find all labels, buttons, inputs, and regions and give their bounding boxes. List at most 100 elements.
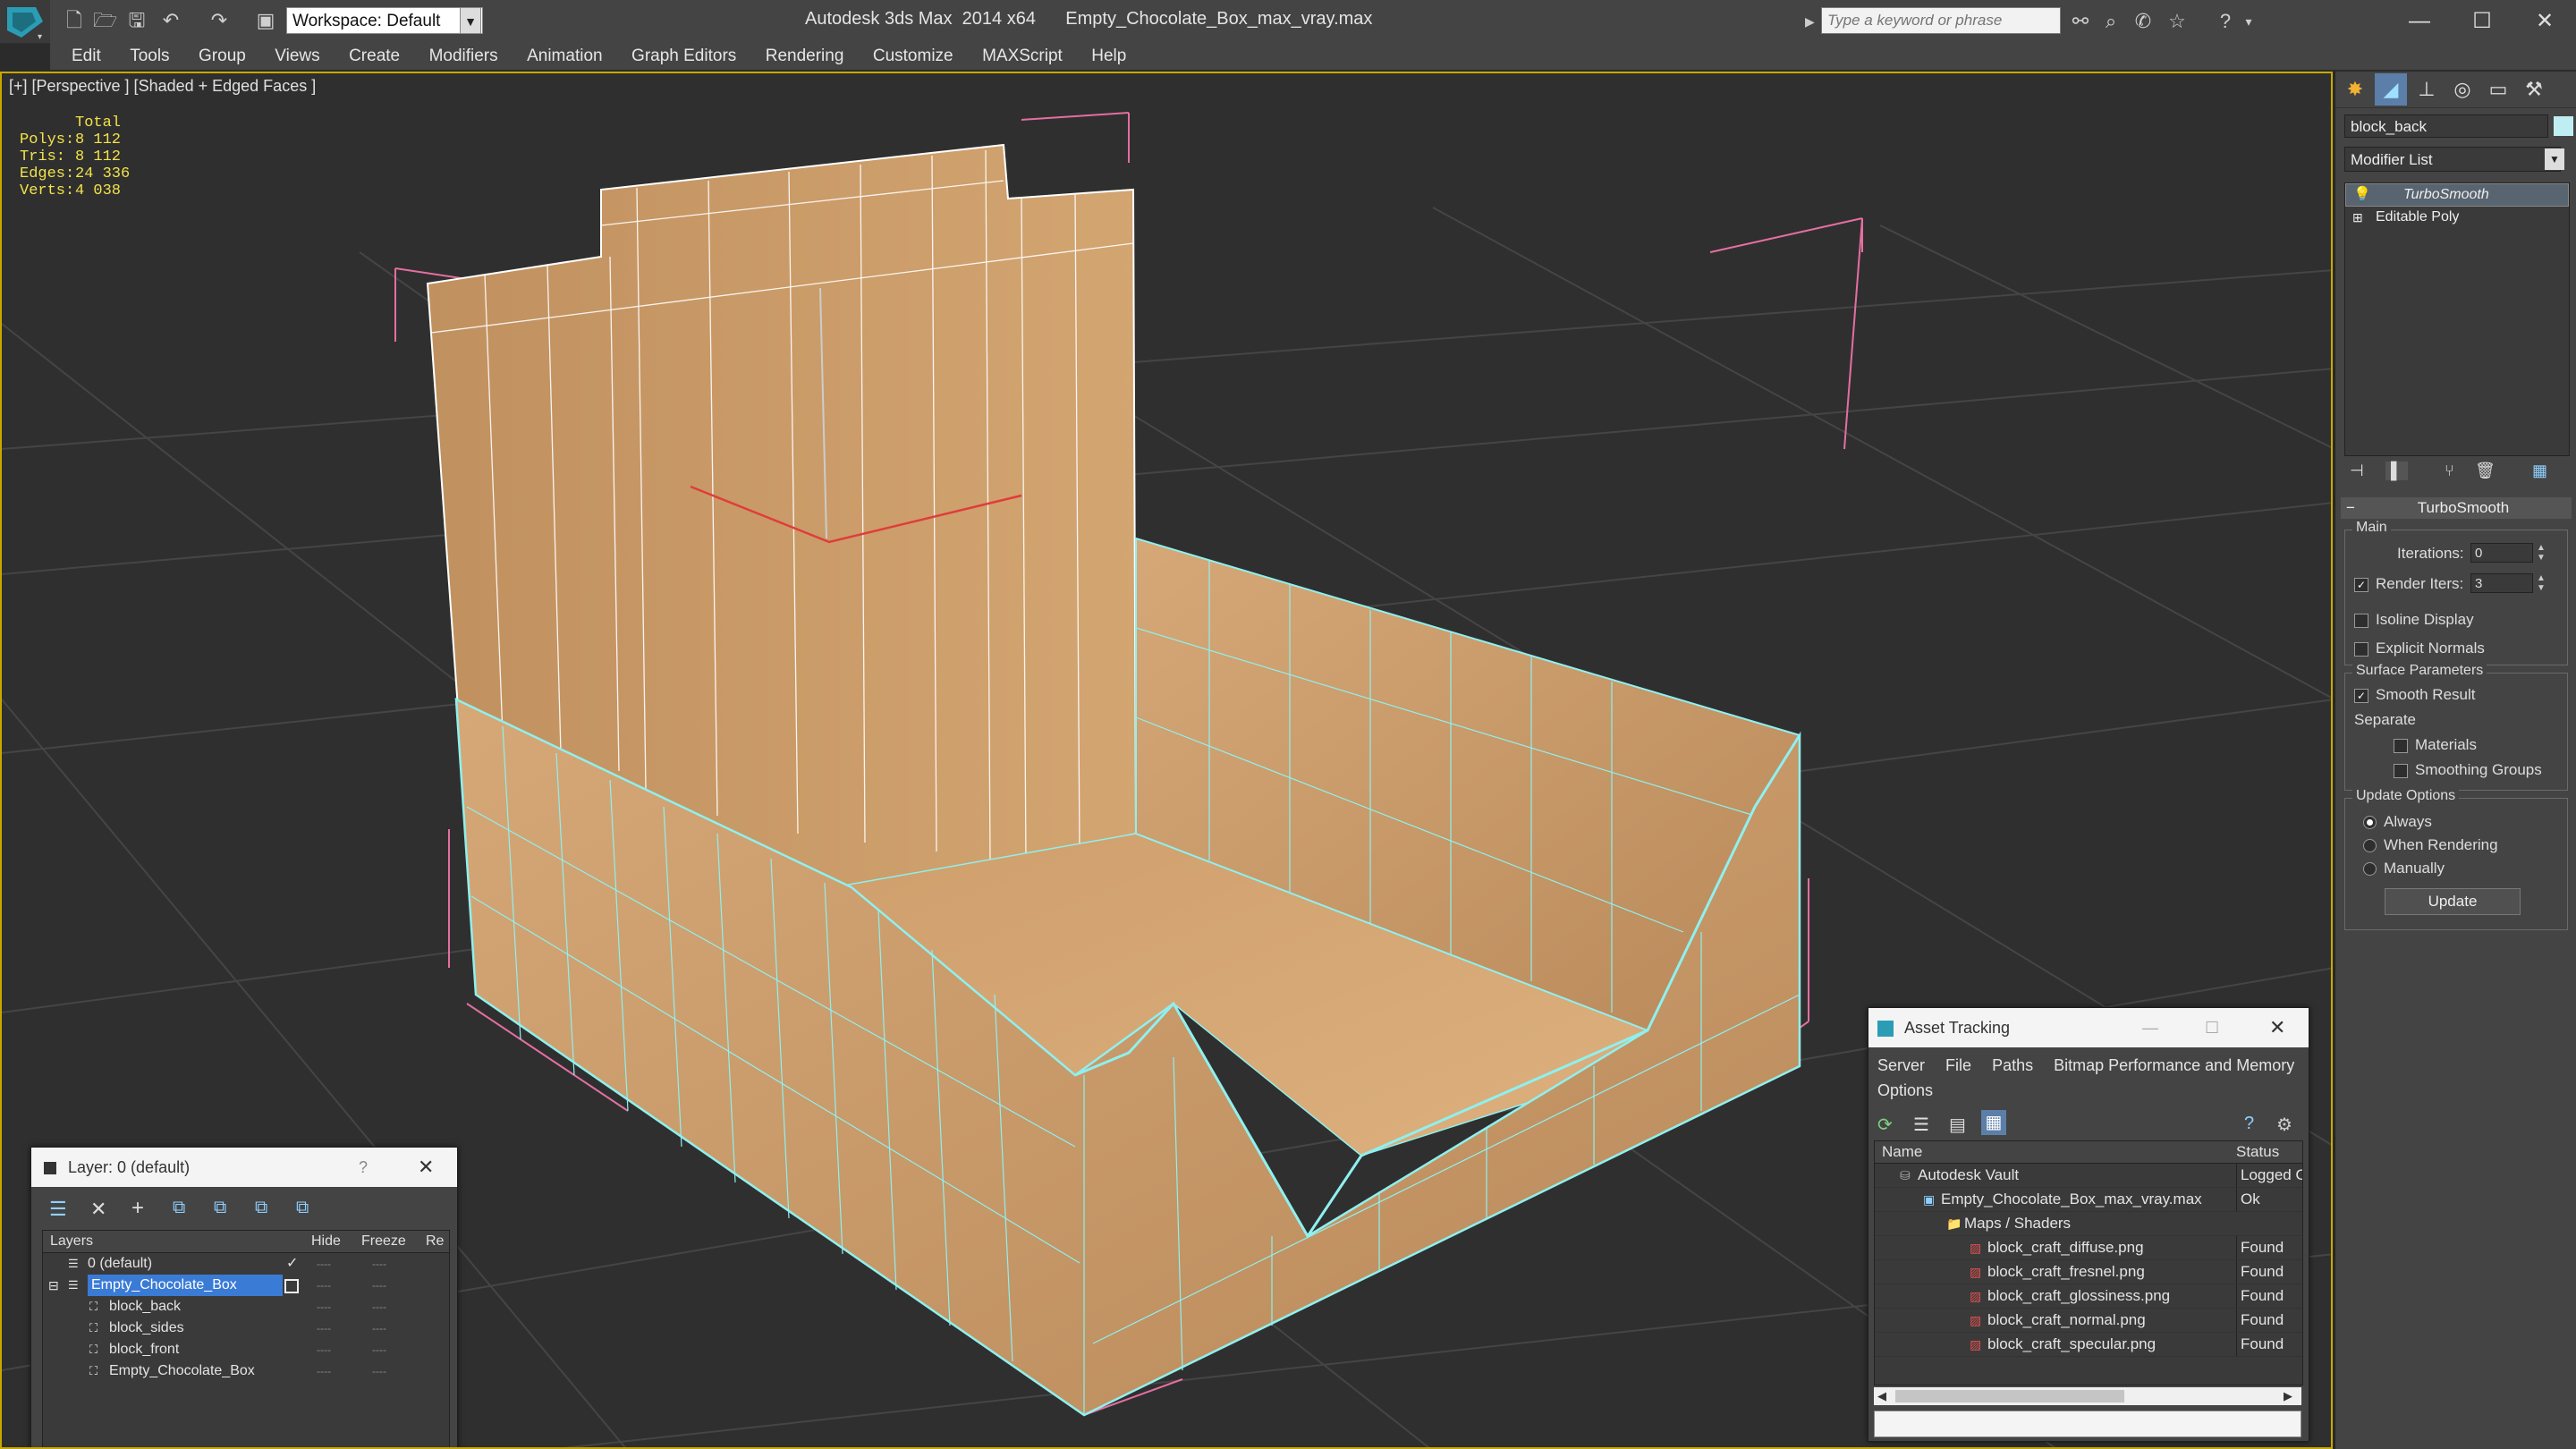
layer-hide-toggle[interactable]: ---- [317,1296,331,1318]
close-button[interactable]: ✕ [2513,4,2576,39]
app-menu-button[interactable]: ▾ [0,0,50,43]
favorites-star-icon[interactable]: ☆ [2165,9,2190,34]
binoculars-icon[interactable]: ⚯ [2068,9,2093,34]
chevron-down-icon[interactable]: ▼ [460,7,481,34]
layer-window-titlebar[interactable]: Layer: 0 (default) ? ✕ [31,1148,457,1187]
layer-name[interactable]: block_front [109,1339,179,1360]
undo-icon[interactable]: ↶ [159,9,182,32]
menu-group[interactable]: Group [186,43,258,70]
active-layer-toggle[interactable] [284,1279,299,1293]
layer-freeze-toggle[interactable]: ---- [372,1253,386,1275]
maximize-icon[interactable]: ☐ [2205,1008,2219,1047]
menu-animation[interactable]: Animation [514,43,615,70]
layer-freeze-toggle[interactable]: ---- [372,1296,386,1318]
infocenter-search[interactable] [1821,7,2061,34]
communication-center-icon[interactable]: ✆ [2131,9,2156,34]
chevron-down-icon[interactable]: ▾ [2236,9,2261,34]
current-layer-check[interactable]: ✓ [286,1253,298,1275]
materials-checkbox[interactable]: Materials [2394,736,2477,754]
save-icon[interactable]: 🖫 [125,9,148,32]
rollout-header[interactable]: − TurboSmooth [2341,497,2572,519]
menu-modifiers[interactable]: Modifiers [417,43,511,70]
asset-list[interactable]: Name Status ⛁ Autodesk Vault Logged O ▣ Empt… [1874,1140,2303,1385]
layer-help-icon[interactable]: ? [359,1148,368,1187]
list-view-icon[interactable]: ☰ [1913,1114,1929,1136]
search-icon[interactable]: ⌕ [2098,9,2123,34]
refresh-icon[interactable]: ⟳ [1877,1114,1893,1136]
render-iters-checkbox[interactable]: ✓ Render Iters: [2354,575,2463,593]
update-always-radio[interactable]: Always [2363,813,2432,831]
menu-views[interactable]: Views [262,43,332,70]
col-status[interactable]: Status [2236,1141,2279,1163]
select-objects-icon[interactable]: ⧉ [173,1198,185,1218]
asset-menu-options[interactable]: Options [1877,1081,1933,1099]
layer-row[interactable]: ☰ Empty_Chocolate_Box ⊟ ---- ---- [43,1275,449,1296]
create-icon[interactable]: ✸ [2339,73,2371,106]
layer-hide-toggle[interactable]: ---- [317,1275,331,1296]
hide-layers-icon[interactable]: ⧉ [255,1198,267,1218]
layer-name[interactable]: Empty_Chocolate_Box [88,1275,283,1296]
layer-freeze-toggle[interactable]: ---- [372,1360,386,1382]
highlight-layer-icon[interactable]: ⧉ [214,1198,226,1218]
utilities-icon[interactable]: ⚒ [2518,73,2550,106]
project-folder-icon[interactable]: ▣ [254,9,277,32]
menu-help[interactable]: Help [1079,43,1139,70]
layer-hide-toggle[interactable]: ---- [317,1318,331,1339]
chevron-down-icon[interactable]: ▼ [2545,148,2564,170]
asset-row[interactable]: ▣ Empty_Chocolate_Box_max_vray.max Ok [1875,1188,2302,1212]
remove-modifier-icon[interactable]: 🗑 [2475,462,2496,480]
col-layers[interactable]: Layers [50,1231,93,1252]
modifier-list-dropdown[interactable]: Modifier List [2344,147,2561,172]
viewport-label[interactable]: [+] [Perspective ] [Shaded + Edged Faces… [9,77,316,96]
lightbulb-icon[interactable]: 💡 [2353,184,2371,206]
minimize-button[interactable]: — [2388,4,2451,39]
layer-manager-window[interactable]: Layer: 0 (default) ? ✕ ☰ ✕ + ⧉ ⧉ ⧉ ⧉ Lay… [30,1147,458,1447]
collapse-icon[interactable]: ⊟ [48,1275,59,1296]
close-icon[interactable]: ✕ [418,1148,434,1187]
scroll-left-icon[interactable]: ◀ [1877,1387,1886,1405]
menu-rendering[interactable]: Rendering [753,43,857,70]
stack-item-editable-poly[interactable]: ⊞ Editable Poly [2345,207,2569,228]
update-when-rendering-radio[interactable]: When Rendering [2363,836,2498,854]
scrollbar-thumb[interactable] [1895,1390,2124,1402]
layer-name[interactable]: Empty_Chocolate_Box [109,1360,255,1382]
open-icon[interactable]: 🗁 [93,9,117,32]
display-icon[interactable]: ▭ [2482,73,2514,106]
col-hide[interactable]: Hide [311,1231,341,1252]
explicit-normals-checkbox[interactable]: Explicit Normals [2354,640,2485,657]
smooth-result-checkbox[interactable]: ✓ Smooth Result [2354,686,2476,704]
object-color-swatch[interactable] [2554,116,2573,136]
help-icon[interactable]: ? [2244,1114,2254,1134]
update-manually-radio[interactable]: Manually [2363,860,2445,877]
modifier-stack[interactable]: 💡 TurboSmooth ⊞ Editable Poly [2344,182,2570,456]
layer-hide-toggle[interactable]: ---- [317,1253,331,1275]
delete-layer-icon[interactable]: ✕ [90,1198,106,1221]
layer-row[interactable]: ⛶ block_front ---- ---- [43,1339,449,1360]
spinner-arrows-icon[interactable]: ▲ ▼ [2537,543,2546,563]
workspace-dropdown[interactable]: Workspace: Default [286,7,483,34]
asset-menu-bitmap[interactable]: Bitmap Performance and Memory [2054,1056,2294,1074]
menu-edit[interactable]: Edit [50,43,114,70]
layer-freeze-toggle[interactable]: ---- [372,1275,386,1296]
settings-icon[interactable]: ⚙ [2276,1114,2292,1136]
add-to-layer-icon[interactable]: + [131,1196,144,1221]
table-view-icon[interactable]: ▦ [1981,1110,2006,1135]
layer-name[interactable]: block_sides [109,1318,184,1339]
hierarchy-icon[interactable]: ⊥ [2411,73,2443,106]
stack-item-turbosmooth[interactable]: 💡 TurboSmooth [2345,183,2569,207]
search-input[interactable] [1822,8,2053,33]
menu-create[interactable]: Create [336,43,412,70]
col-name[interactable]: Name [1882,1141,1922,1163]
create-layer-icon[interactable]: ☰ [49,1198,67,1221]
asset-horizontal-scrollbar[interactable]: ◀ ▶ [1874,1387,2301,1405]
new-icon[interactable]: 🗋 [63,9,86,32]
freeze-layers-icon[interactable]: ⧉ [296,1198,309,1218]
layer-hide-toggle[interactable]: ---- [317,1360,331,1382]
asset-row[interactable]: 📁 Maps / Shaders [1875,1212,2302,1236]
asset-row[interactable]: ▨ block_craft_glossiness.png Found [1875,1284,2302,1309]
render-iters-spinner[interactable]: 3 [2470,573,2533,593]
expand-icon[interactable]: ⊞ [2352,207,2363,228]
perspective-viewport[interactable]: [+] [Perspective ] [Shaded + Edged Faces… [0,72,2333,1449]
col-render[interactable]: Re [426,1231,444,1252]
asset-menu-file[interactable]: File [1945,1056,1971,1074]
